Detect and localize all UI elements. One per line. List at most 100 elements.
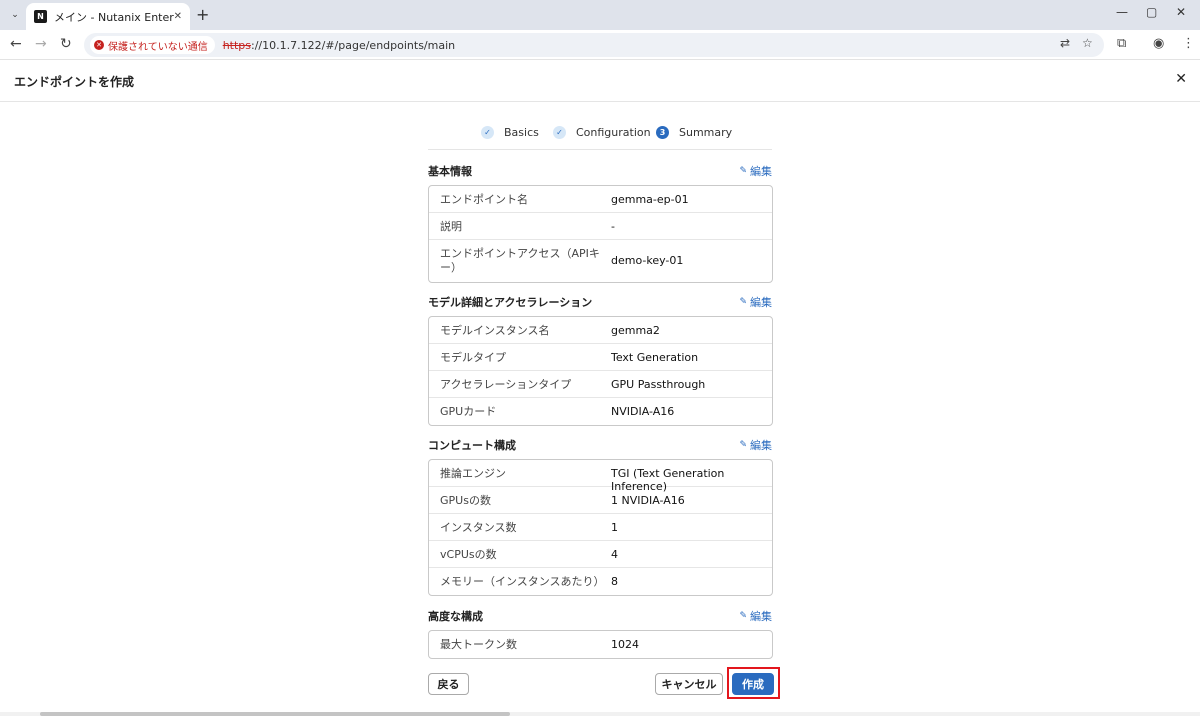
edit-basic-link[interactable]: ✎ 編集 — [739, 163, 772, 179]
browser-tab[interactable]: N メイン - Nutanix Enterprise AI ✕ — [26, 3, 190, 30]
back-arrow-icon[interactable]: ← — [10, 36, 22, 52]
back-button[interactable]: 戻る — [428, 673, 469, 695]
table-row: モデルインスタンス名 gemma2 — [429, 317, 772, 344]
compute-card: 推論エンジン TGI (Text Generation Inference) G… — [428, 459, 773, 596]
row-value: gemma-ep-01 — [611, 193, 689, 206]
edit-label: 編集 — [750, 439, 772, 452]
section-model-header: モデル詳細とアクセラレーション ✎ 編集 — [428, 294, 772, 310]
forward-arrow-icon[interactable]: → — [35, 36, 47, 52]
row-value: 1 NVIDIA-A16 — [611, 494, 685, 507]
section-title: 基本情報 — [428, 165, 472, 178]
row-value: Text Generation — [611, 351, 699, 364]
table-row: 説明 - — [429, 213, 772, 240]
check-icon: ✓ — [481, 125, 494, 139]
table-row: インスタンス数 1 — [429, 514, 772, 541]
browser-tab-bar: ⌄ N メイン - Nutanix Enterprise AI ✕ + — ▢ … — [0, 0, 1200, 30]
url-text: https://10.1.7.122/#/page/endpoints/main — [223, 39, 455, 52]
scrollbar-thumb[interactable] — [40, 712, 510, 716]
step-label: Configuration — [576, 125, 651, 139]
page-header: エンドポイントを作成 ✕ — [0, 60, 1200, 102]
row-value: 8 — [611, 575, 618, 588]
tab-search-icon[interactable]: ⌄ — [6, 6, 24, 24]
advanced-card: 最大トークン数 1024 — [428, 630, 773, 659]
extensions-icon[interactable]: ⧉ — [1117, 36, 1126, 51]
cancel-button[interactable]: キャンセル — [655, 673, 723, 695]
row-label: モデルタイプ — [440, 351, 506, 364]
table-row: エンドポイントアクセス（APIキー） demo-key-01 — [429, 240, 772, 282]
basic-info-card: エンドポイント名 gemma-ep-01 説明 - エンドポイントアクセス（AP… — [428, 185, 773, 283]
maximize-icon[interactable]: ▢ — [1146, 5, 1157, 19]
model-card: モデルインスタンス名 gemma2 モデルタイプ Text Generation… — [428, 316, 773, 426]
row-label: アクセラレーションタイプ — [440, 378, 572, 391]
reload-icon[interactable]: ↻ — [60, 36, 72, 52]
table-row: vCPUsの数 4 — [429, 541, 772, 568]
row-value: NVIDIA-A16 — [611, 405, 675, 418]
window-close-icon[interactable]: ✕ — [1176, 5, 1186, 19]
row-value: GPU Passthrough — [611, 378, 706, 391]
section-basic-header: 基本情報 ✎ 編集 — [428, 163, 772, 179]
new-tab-icon[interactable]: + — [196, 5, 209, 24]
url-path: ://10.1.7.122/#/page/endpoints/main — [251, 38, 456, 52]
minimize-icon[interactable]: — — [1116, 5, 1128, 19]
row-label: 最大トークン数 — [440, 638, 517, 651]
row-value: - — [611, 220, 615, 233]
row-label: エンドポイントアクセス（APIキー） — [440, 247, 600, 274]
table-row: エンドポイント名 gemma-ep-01 — [429, 186, 772, 213]
browser-toolbar: ← → ↻ ✕ 保護されていない通信 https://10.1.7.122/#/… — [0, 30, 1200, 60]
pencil-icon: ✎ — [739, 611, 747, 621]
row-label: 説明 — [440, 220, 462, 233]
wizard-steps: ✓ Basics ✓ Configuration 3 Summary — [428, 124, 772, 150]
row-value: demo-key-01 — [611, 254, 684, 267]
step-configuration[interactable]: ✓ Configuration — [553, 124, 651, 140]
edit-model-link[interactable]: ✎ 編集 — [739, 294, 772, 310]
table-row: GPUカード NVIDIA-A16 — [429, 398, 772, 425]
tab-title: メイン - Nutanix Enterprise AI — [54, 10, 174, 24]
url-scheme: https — [222, 38, 252, 52]
table-row: アクセラレーションタイプ GPU Passthrough — [429, 371, 772, 398]
edit-label: 編集 — [750, 610, 772, 623]
step-summary: 3 Summary — [656, 124, 732, 140]
table-row: GPUsの数 1 NVIDIA-A16 — [429, 487, 772, 514]
step-label: Summary — [679, 125, 733, 139]
profile-icon[interactable]: ◉ — [1153, 36, 1164, 51]
row-value: 1024 — [611, 638, 639, 651]
edit-advanced-link[interactable]: ✎ 編集 — [739, 608, 772, 624]
step-label: Basics — [504, 125, 539, 139]
section-title: コンピュート構成 — [428, 439, 516, 452]
translate-icon[interactable]: ⇄ — [1060, 36, 1070, 50]
table-row: 推論エンジン TGI (Text Generation Inference) — [429, 460, 772, 493]
security-chip[interactable]: ✕ 保護されていない通信 — [90, 36, 215, 54]
section-title: モデル詳細とアクセラレーション — [428, 296, 593, 309]
row-label: モデルインスタンス名 — [440, 324, 550, 337]
row-value: 1 — [611, 521, 618, 534]
edit-label: 編集 — [750, 296, 772, 309]
address-bar[interactable]: ✕ 保護されていない通信 https://10.1.7.122/#/page/e… — [84, 33, 1104, 57]
page-title: エンドポイントを作成 — [14, 75, 135, 89]
pencil-icon: ✎ — [739, 297, 747, 307]
nutanix-favicon-icon: N — [34, 10, 47, 23]
tab-close-icon[interactable]: ✕ — [174, 11, 182, 22]
row-label: インスタンス数 — [440, 521, 517, 534]
bookmark-star-icon[interactable]: ☆ — [1082, 36, 1093, 50]
pencil-icon: ✎ — [739, 166, 747, 176]
row-label: vCPUsの数 — [440, 548, 497, 561]
check-icon: ✓ — [553, 125, 566, 139]
table-row: 最大トークン数 1024 — [429, 631, 772, 658]
row-label: 推論エンジン — [440, 467, 506, 480]
row-label: GPUsの数 — [440, 494, 491, 507]
row-value: gemma2 — [611, 324, 660, 337]
section-compute-header: コンピュート構成 ✎ 編集 — [428, 437, 772, 453]
step-number: 3 — [656, 125, 669, 139]
close-icon[interactable]: ✕ — [1175, 71, 1187, 87]
highlight-box — [727, 667, 780, 699]
edit-label: 編集 — [750, 165, 772, 178]
section-title: 高度な構成 — [428, 610, 483, 623]
step-basics[interactable]: ✓ Basics — [481, 124, 539, 140]
table-row: メモリー（インスタンスあたり） 8 — [429, 568, 772, 595]
row-label: メモリー（インスタンスあたり） — [440, 575, 605, 588]
menu-kebab-icon[interactable]: ⋮ — [1182, 36, 1195, 51]
security-label: 保護されていない通信 — [108, 41, 208, 53]
section-advanced-header: 高度な構成 ✎ 編集 — [428, 608, 772, 624]
edit-compute-link[interactable]: ✎ 編集 — [739, 437, 772, 453]
row-value: 4 — [611, 548, 618, 561]
